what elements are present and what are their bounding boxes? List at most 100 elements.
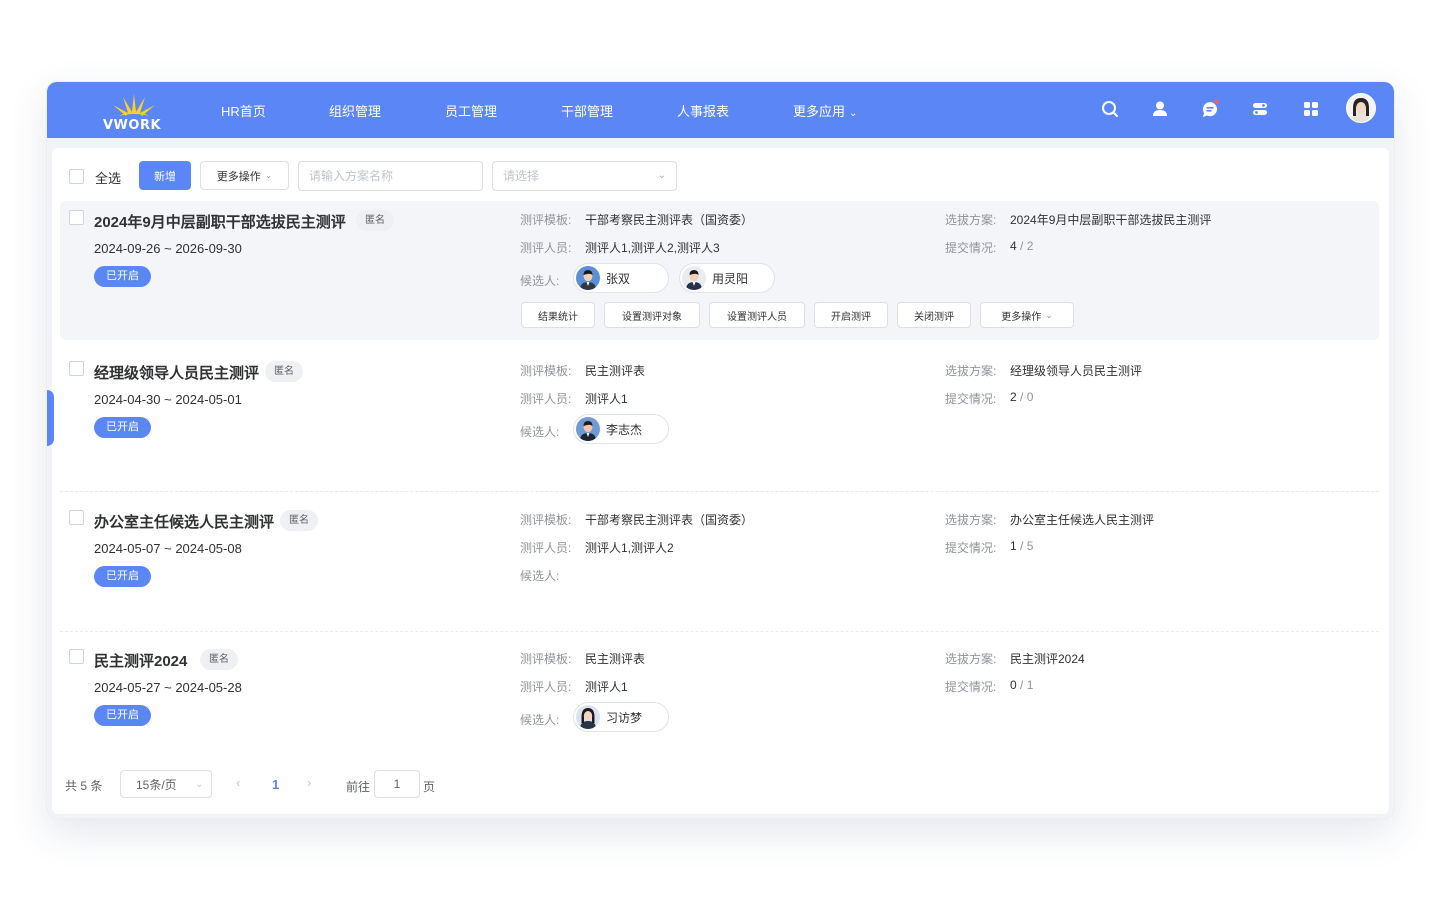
evaluators-label: 测评人员:: [520, 680, 572, 694]
search-icon[interactable]: [1100, 99, 1120, 119]
template-value: 干部考察民主测评表（国资委）: [585, 513, 754, 527]
plan-label: 选拔方案:: [945, 513, 997, 527]
start-evaluation-button[interactable]: 开启测评: [814, 302, 888, 328]
submission-value: 0 / 1: [1010, 678, 1033, 692]
chevron-down-icon: ⌄: [657, 170, 666, 181]
template-label: 测评模板:: [520, 364, 572, 378]
goto-label: 前往: [346, 780, 371, 794]
evaluators-value: 测评人1,测评人2: [585, 541, 674, 555]
plan-value: 经理级领导人员民主测评: [1010, 364, 1143, 378]
total-count: 1: [1026, 678, 1034, 692]
chevron-down-icon: ⌄: [849, 108, 858, 119]
anonymous-tag: 匿名: [280, 510, 318, 531]
plan-label: 选拔方案:: [945, 364, 997, 378]
goto-page-value: 1: [393, 777, 401, 791]
list-toolbar: 全选 新增 更多操作 ⌄ 请选择 ⌄: [52, 148, 1389, 202]
filter-select[interactable]: 请选择 ⌄: [492, 161, 677, 191]
evaluation-record: 经理级领导人员民主测评 匿名 2024-04-30 ~ 2024-05-01 已…: [60, 344, 1379, 492]
result-stats-button[interactable]: 结果统计: [521, 302, 595, 328]
submission-value: 1 / 5: [1010, 539, 1033, 553]
record-more-actions-label: 更多操作: [1001, 311, 1042, 323]
plan-value: 民主测评2024: [1010, 652, 1085, 666]
nav-hr-reports[interactable]: 人事报表: [677, 101, 729, 120]
add-button[interactable]: 新增: [139, 161, 191, 190]
record-more-actions-dropdown[interactable]: 更多操作 ⌄: [980, 302, 1074, 328]
nav-hr-home[interactable]: HR首页: [221, 101, 266, 120]
template-label: 测评模板:: [520, 213, 572, 227]
nav-org-management[interactable]: 组织管理: [329, 101, 381, 120]
evaluators-value: 测评人1: [585, 680, 628, 694]
record-title[interactable]: 办公室主任候选人民主测评: [94, 511, 274, 532]
plan-label: 选拔方案:: [945, 213, 997, 227]
candidate-chip[interactable]: 李志杰: [573, 414, 669, 444]
anonymous-tag: 匿名: [356, 210, 394, 231]
template-value: 民主测评表: [585, 364, 646, 378]
anonymous-tag: 匿名: [200, 649, 238, 670]
page-size-select[interactable]: 15条/页 ⌄: [120, 770, 212, 798]
submission-value: 2 / 0: [1010, 390, 1033, 404]
record-date-range: 2024-09-26 ~ 2026-09-30: [94, 241, 242, 256]
record-checkbox[interactable]: [69, 510, 84, 525]
page-number-current[interactable]: 1: [272, 777, 279, 792]
record-checkbox[interactable]: [69, 210, 84, 225]
candidate-chip[interactable]: 用灵阳: [679, 263, 775, 293]
submitted-count: 0: [1010, 678, 1017, 692]
close-evaluation-button[interactable]: 关闭测评: [897, 302, 971, 328]
status-badge: 已开启: [94, 266, 151, 287]
evaluation-list-panel: 全选 新增 更多操作 ⌄ 请选择 ⌄ 2024年9月中层副职干部选拔民主测评 匿…: [52, 148, 1389, 814]
submitted-count: 4: [1010, 239, 1017, 253]
page-suffix: 页: [423, 780, 436, 794]
avatar-female-icon: [576, 705, 600, 729]
more-actions-label: 更多操作: [216, 170, 261, 183]
count-separator: /: [1020, 239, 1024, 253]
evaluation-record: 办公室主任候选人民主测评 匿名 2024-05-07 ~ 2024-05-08 …: [60, 493, 1379, 632]
evaluators-label: 测评人员:: [520, 541, 572, 555]
set-evaluators-button[interactable]: 设置测评人员: [709, 302, 805, 328]
plan-label: 选拔方案:: [945, 652, 997, 666]
submitted-count: 2: [1010, 390, 1017, 404]
record-title[interactable]: 经理级领导人员民主测评: [94, 362, 259, 383]
total-count-text: 共 5 条: [65, 779, 103, 793]
record-date-range: 2024-04-30 ~ 2024-05-01: [94, 392, 242, 407]
record-checkbox[interactable]: [69, 649, 84, 664]
next-page-icon[interactable]: ›: [307, 775, 311, 790]
more-actions-dropdown[interactable]: 更多操作 ⌄: [200, 161, 289, 190]
select-all-checkbox[interactable]: [69, 169, 84, 184]
nav-cadre-management[interactable]: 干部管理: [561, 101, 613, 120]
record-checkbox[interactable]: [69, 361, 84, 376]
evaluators-value: 测评人1,测评人2,测评人3: [585, 241, 720, 255]
submission-label: 提交情况:: [945, 241, 997, 255]
candidate-chip[interactable]: 习访梦: [573, 702, 669, 732]
candidate-chip[interactable]: 张双: [573, 263, 669, 293]
nav-employee-management[interactable]: 员工管理: [445, 101, 497, 120]
nav-more-apps[interactable]: 更多应用 ⌄: [793, 101, 857, 120]
avatar-male-icon: [576, 417, 600, 441]
count-separator: /: [1020, 678, 1024, 692]
total-count: 2: [1026, 239, 1034, 253]
evaluators-label: 测评人员:: [520, 241, 572, 255]
plan-value: 办公室主任候选人民主测评: [1010, 513, 1155, 527]
toggle-icon[interactable]: [1250, 99, 1270, 119]
goto-page-input[interactable]: 1: [374, 770, 420, 798]
user-icon[interactable]: [1150, 99, 1170, 119]
record-date-range: 2024-05-27 ~ 2024-05-28: [94, 680, 242, 695]
apps-grid-icon[interactable]: [1301, 99, 1321, 119]
candidates-label: 候选人:: [520, 274, 560, 288]
record-title[interactable]: 民主测评2024: [94, 650, 187, 671]
status-badge: 已开启: [94, 417, 151, 438]
prev-page-icon[interactable]: ‹: [236, 775, 240, 790]
evaluators-value: 测评人1: [585, 392, 628, 406]
chevron-down-icon: ⌄: [264, 170, 273, 180]
record-title[interactable]: 2024年9月中层副职干部选拔民主测评: [94, 211, 346, 232]
plan-name-search-input[interactable]: [298, 161, 483, 191]
set-evaluation-targets-button[interactable]: 设置测评对象: [604, 302, 700, 328]
submission-label: 提交情况:: [945, 680, 997, 694]
chat-icon[interactable]: [1200, 99, 1220, 119]
app-window: VWORK HR首页 组织管理 员工管理 干部管理 人事报表 更多应用 ⌄ 全选…: [47, 82, 1394, 818]
candidates-label: 候选人:: [520, 713, 560, 727]
user-avatar[interactable]: [1346, 93, 1376, 123]
evaluation-record: 民主测评2024 匿名 2024-05-27 ~ 2024-05-28 已开启 …: [60, 632, 1379, 752]
template-label: 测评模板:: [520, 652, 572, 666]
sidebar-toggle-handle[interactable]: [47, 390, 54, 446]
page-size-value: 15条/页: [136, 777, 177, 792]
